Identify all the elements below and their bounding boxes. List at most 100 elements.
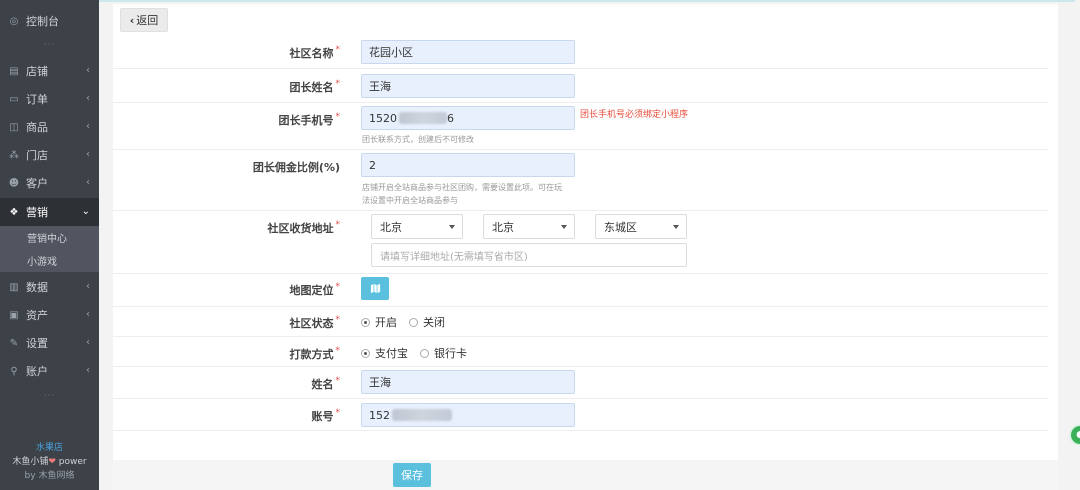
sidebar-item-marketing[interactable]: ❖ 营销 ⌄ <box>0 198 99 226</box>
chevron-left-icon: ‹ <box>86 309 90 320</box>
payee-name-input[interactable]: 王海 <box>361 370 575 394</box>
chevron-left-icon: ‹ <box>86 177 90 188</box>
community-name-input[interactable]: 花园小区 <box>361 40 575 64</box>
data-icon: ▥ <box>9 281 19 293</box>
radio-dot <box>361 348 370 358</box>
save-button[interactable]: 保存 <box>393 463 431 487</box>
label-text: 团长手机号 <box>278 114 334 127</box>
marketing-icon: ❖ <box>9 206 19 218</box>
back-label: 返回 <box>136 14 159 27</box>
commission-input[interactable]: 2 <box>361 153 575 177</box>
account-number-input[interactable]: 152 <box>361 403 575 427</box>
address-detail-input[interactable]: 请填写详细地址(无需填写省市区) <box>371 243 687 267</box>
sidebar-item-label: 资产 <box>26 309 48 322</box>
status-open-radio[interactable]: 开启 <box>361 314 397 330</box>
account-icon: ⚲ <box>10 365 18 377</box>
sidebar-item-shop[interactable]: ▤ 店铺 ‹ <box>0 57 99 85</box>
radio-label: 关闭 <box>423 316 445 329</box>
chevron-down-icon: ⌄ <box>81 206 90 217</box>
account-number-label: 账号 * <box>112 408 341 424</box>
radio-dot <box>420 348 429 358</box>
powered-by: 木鱼小铺❤ power <box>0 455 99 469</box>
sidebar-item-label: 数据 <box>26 281 48 294</box>
map-locate-button[interactable] <box>361 277 389 300</box>
sidebar-footer: 水果店 木鱼小铺❤ power by 木鱼网络 <box>0 441 99 483</box>
sidebar-item-settings[interactable]: ✎ 设置 ‹ <box>0 329 99 357</box>
chevron-left-icon: ‹ <box>86 65 90 76</box>
radio-dot <box>361 317 370 327</box>
leader-name-input[interactable]: 王海 <box>361 74 575 98</box>
redacted-digits <box>399 112 447 124</box>
province-select[interactable]: 北京 <box>371 214 463 239</box>
radio-label: 支付宝 <box>375 347 408 360</box>
radio-label: 开启 <box>375 316 397 329</box>
goods-icon: ◫ <box>9 121 19 133</box>
city-select[interactable]: 北京 <box>483 214 575 239</box>
label-text: 团长姓名 <box>289 81 334 94</box>
sidebar-divider: ··· <box>43 40 56 50</box>
required-mark: * <box>335 376 341 386</box>
select-value: 北京 <box>380 220 402 234</box>
payment-alipay-radio[interactable]: 支付宝 <box>361 345 408 361</box>
payment-label: 打款方式 * <box>112 346 341 362</box>
chevron-left-icon: ‹ <box>129 13 135 27</box>
input-value: 王海 <box>369 80 391 93</box>
district-select[interactable]: 东城区 <box>595 214 687 239</box>
label-text: 账号 <box>311 410 334 423</box>
sidebar-subitem-label: 营销中心 <box>27 234 67 245</box>
sidebar-item-label: 控制台 <box>26 15 59 28</box>
label-text: 社区收货地址 <box>267 222 334 235</box>
radio-label: 银行卡 <box>434 347 467 360</box>
store-icon: ⁂ <box>9 149 19 161</box>
sidebar-item-label: 商品 <box>26 121 48 134</box>
required-mark: * <box>335 220 341 230</box>
chevron-left-icon: ‹ <box>86 365 90 376</box>
leader-phone-input[interactable]: 1520 6 <box>361 106 575 130</box>
sidebar-item-account[interactable]: ⚲ 账户 ‹ <box>0 357 99 385</box>
input-value: 2 <box>369 158 376 172</box>
row-divider <box>113 366 1048 367</box>
sidebar-item-data[interactable]: ▥ 数据 ‹ <box>0 273 99 301</box>
row-divider <box>113 102 1048 103</box>
payment-bank-card-radio[interactable]: 银行卡 <box>420 345 467 361</box>
help-line: 店铺开启全站商品参与社区团购，需要设置此项。可在玩 <box>362 183 562 192</box>
sidebar-item-orders[interactable]: ▭ 订单 ‹ <box>0 85 99 113</box>
sidebar-item-label: 店铺 <box>26 65 48 78</box>
help-line: 法设置中开启全站商品参与 <box>362 196 458 205</box>
radio-dot <box>409 317 418 327</box>
status-closed-radio[interactable]: 关闭 <box>409 314 445 330</box>
sidebar-item-label: 客户 <box>26 177 48 190</box>
label-text: 团长佣金比例(%) <box>252 161 340 174</box>
required-mark: * <box>335 315 341 325</box>
label-text: 打款方式 <box>289 348 334 361</box>
sidebar-subitem-mini-games[interactable]: 小游戏 <box>0 249 99 272</box>
back-button[interactable]: ‹ 返回 <box>120 8 168 32</box>
settings-icon: ✎ <box>9 337 19 349</box>
map-icon <box>370 283 380 294</box>
sidebar-item-label: 设置 <box>26 337 48 350</box>
label-text: 地图定位 <box>289 284 334 297</box>
sidebar-item-stores[interactable]: ⁂ 门店 ‹ <box>0 141 99 169</box>
sidebar-item-customers[interactable]: ☻ 客户 ‹ <box>0 169 99 197</box>
status-radio-group: 开启 关闭 <box>361 314 457 330</box>
chevron-left-icon: ‹ <box>86 281 90 292</box>
sidebar-item-dashboard[interactable]: ◎ 控制台 <box>0 7 99 35</box>
heart-icon: ❤ <box>48 457 56 467</box>
required-mark: * <box>335 112 341 122</box>
caret-down-icon <box>561 225 567 229</box>
row-divider <box>113 68 1048 69</box>
row-divider <box>113 273 1048 274</box>
caret-down-icon <box>449 225 455 229</box>
required-mark: * <box>335 45 341 55</box>
required-mark: * <box>335 79 341 89</box>
map-label: 地图定位 * <box>112 282 341 298</box>
shop-name[interactable]: 水果店 <box>0 441 99 455</box>
floating-chat-icon[interactable]: ◐ <box>1069 424 1080 446</box>
sidebar-subitem-marketing-center[interactable]: 营销中心 <box>0 226 99 249</box>
label-text: 社区名称 <box>289 47 334 60</box>
sidebar-item-label: 营销 <box>26 206 48 219</box>
leader-name-label: 团长姓名 * <box>112 79 341 95</box>
sidebar-item-goods[interactable]: ◫ 商品 ‹ <box>0 113 99 141</box>
sidebar-item-assets[interactable]: ▣ 资产 ‹ <box>0 301 99 329</box>
label-text: 社区状态 <box>289 317 334 330</box>
